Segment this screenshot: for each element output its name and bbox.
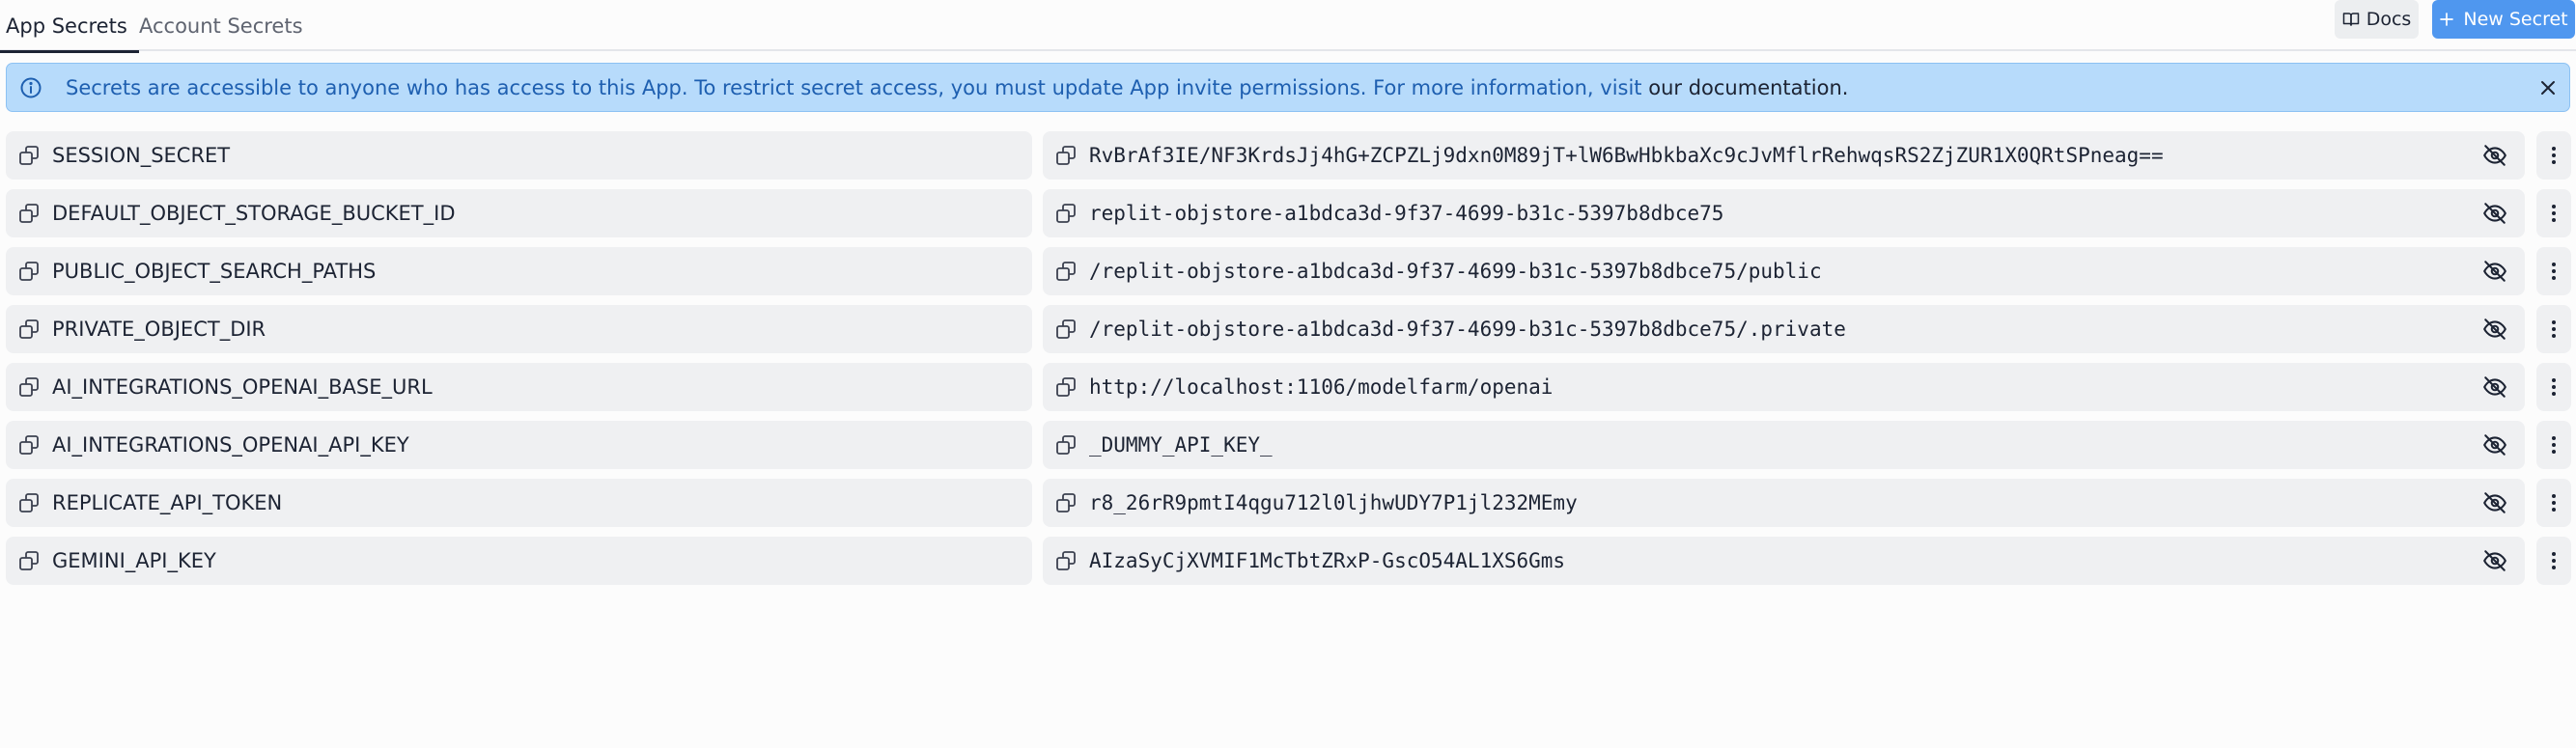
secret-value-field[interactable]: http://localhost:1106/modelfarm/openai: [1043, 363, 2525, 411]
eye-off-icon[interactable]: [2481, 432, 2508, 457]
secret-key-field[interactable]: PUBLIC_OBJECT_SEARCH_PATHS: [6, 247, 1032, 295]
eye-off-icon[interactable]: [2481, 143, 2508, 168]
tab-app-secrets-label: App Secrets: [6, 14, 127, 38]
docs-button[interactable]: Docs: [2335, 0, 2419, 39]
copy-icon[interactable]: [17, 202, 41, 225]
secret-value-field[interactable]: r8_26rR9pmtI4qgu712l0ljhwUDY7P1jl232MEmy: [1043, 479, 2525, 527]
secret-key-field[interactable]: DEFAULT_OBJECT_STORAGE_BUCKET_ID: [6, 189, 1032, 237]
copy-icon[interactable]: [1054, 318, 1078, 341]
secret-value-field[interactable]: AIzaSyCjXVMIF1McTbtZRxP-GscO54AL1XS6Gms: [1043, 537, 2525, 585]
more-options-button[interactable]: [2536, 363, 2571, 411]
more-vertical-icon: [2551, 319, 2557, 339]
secret-value-field[interactable]: _DUMMY_API_KEY_: [1043, 421, 2525, 469]
secret-key-label: AI_INTEGRATIONS_OPENAI_API_KEY: [52, 433, 409, 457]
secret-value-field[interactable]: /replit-objstore-a1bdca3d-9f37-4699-b31c…: [1043, 305, 2525, 353]
secret-row: AI_INTEGRATIONS_OPENAI_API_KEY _DUMMY_AP…: [0, 421, 2576, 469]
secret-key-label: GEMINI_API_KEY: [52, 549, 216, 572]
copy-icon[interactable]: [1054, 433, 1078, 457]
copy-icon[interactable]: [17, 144, 41, 167]
eye-off-icon[interactable]: [2481, 259, 2508, 284]
more-vertical-icon: [2551, 493, 2557, 513]
secret-key-field[interactable]: REPLICATE_API_TOKEN: [6, 479, 1032, 527]
secret-value-text: replit-objstore-a1bdca3d-9f37-4699-b31c-…: [1089, 202, 1724, 225]
secret-value-text: /replit-objstore-a1bdca3d-9f37-4699-b31c…: [1089, 318, 1846, 341]
secret-key-field[interactable]: GEMINI_API_KEY: [6, 537, 1032, 585]
eye-off-icon[interactable]: [2481, 201, 2508, 226]
copy-icon[interactable]: [17, 549, 41, 572]
close-icon[interactable]: [2536, 76, 2560, 99]
secret-row: PUBLIC_OBJECT_SEARCH_PATHS /replit-objst…: [0, 247, 2576, 295]
secret-key-label: PUBLIC_OBJECT_SEARCH_PATHS: [52, 260, 377, 283]
copy-icon[interactable]: [1054, 549, 1078, 572]
eye-off-icon[interactable]: [2481, 317, 2508, 342]
copy-icon[interactable]: [1054, 491, 1078, 514]
info-icon: [19, 76, 42, 99]
secret-value-text: r8_26rR9pmtI4qgu712l0ljhwUDY7P1jl232MEmy: [1089, 491, 1578, 514]
plus-icon: [2439, 12, 2454, 27]
more-options-button[interactable]: [2536, 247, 2571, 295]
copy-icon[interactable]: [17, 491, 41, 514]
secret-key-label: SESSION_SECRET: [52, 144, 231, 167]
secret-key-field[interactable]: SESSION_SECRET: [6, 131, 1032, 180]
banner-message: Secrets are accessible to anyone who has…: [66, 75, 1649, 99]
tab-app-secrets[interactable]: App Secrets: [0, 0, 139, 53]
secret-row: GEMINI_API_KEY AIzaSyCjXVMIF1McTbtZRxP-G…: [0, 537, 2576, 585]
tab-bar: App Secrets Account Secrets Docs New Sec…: [0, 0, 2576, 53]
secret-value-field[interactable]: replit-objstore-a1bdca3d-9f37-4699-b31c-…: [1043, 189, 2525, 237]
secret-key-field[interactable]: AI_INTEGRATIONS_OPENAI_API_KEY: [6, 421, 1032, 469]
new-secret-button[interactable]: New Secret: [2432, 0, 2575, 39]
secret-value-text: /replit-objstore-a1bdca3d-9f37-4699-b31c…: [1089, 260, 1822, 283]
tab-account-secrets-label: Account Secrets: [139, 14, 303, 38]
more-options-button[interactable]: [2536, 131, 2571, 180]
banner-text: Secrets are accessible to anyone who has…: [66, 76, 1848, 99]
secret-row: AI_INTEGRATIONS_OPENAI_BASE_URL http://l…: [0, 363, 2576, 411]
secret-value-text: _DUMMY_API_KEY_: [1089, 433, 1273, 457]
more-options-button[interactable]: [2536, 479, 2571, 527]
copy-icon[interactable]: [17, 260, 41, 283]
secret-key-label: AI_INTEGRATIONS_OPENAI_BASE_URL: [52, 375, 433, 399]
more-vertical-icon: [2551, 204, 2557, 223]
docs-button-label: Docs: [2366, 9, 2412, 30]
tab-account-secrets[interactable]: Account Secrets: [139, 0, 303, 51]
secret-value-text: AIzaSyCjXVMIF1McTbtZRxP-GscO54AL1XS6Gms: [1089, 549, 1566, 572]
secret-row: SESSION_SECRET RvBrAf3IE/NF3KrdsJj4hG+ZC…: [0, 131, 2576, 180]
secret-value-field[interactable]: /replit-objstore-a1bdca3d-9f37-4699-b31c…: [1043, 247, 2525, 295]
more-vertical-icon: [2551, 551, 2557, 570]
secret-row: DEFAULT_OBJECT_STORAGE_BUCKET_ID replit-…: [0, 189, 2576, 237]
more-options-button[interactable]: [2536, 305, 2571, 353]
documentation-link[interactable]: our documentation.: [1648, 76, 1848, 99]
new-secret-button-label: New Secret: [2463, 9, 2568, 30]
secret-row: PRIVATE_OBJECT_DIR /replit-objstore-a1bd…: [0, 305, 2576, 353]
copy-icon[interactable]: [1054, 260, 1078, 283]
secret-key-label: PRIVATE_OBJECT_DIR: [52, 318, 266, 341]
eye-off-icon[interactable]: [2481, 548, 2508, 573]
secret-key-field[interactable]: AI_INTEGRATIONS_OPENAI_BASE_URL: [6, 363, 1032, 411]
more-vertical-icon: [2551, 377, 2557, 397]
more-options-button[interactable]: [2536, 537, 2571, 585]
more-options-button[interactable]: [2536, 421, 2571, 469]
copy-icon[interactable]: [1054, 375, 1078, 399]
secret-value-text: RvBrAf3IE/NF3KrdsJj4hG+ZCPZLj9dxn0M89jT+…: [1089, 144, 2164, 167]
secret-key-label: REPLICATE_API_TOKEN: [52, 491, 283, 514]
copy-icon[interactable]: [17, 433, 41, 457]
more-vertical-icon: [2551, 262, 2557, 281]
more-vertical-icon: [2551, 435, 2557, 455]
secret-row: REPLICATE_API_TOKEN r8_26rR9pmtI4qgu712l…: [0, 479, 2576, 527]
eye-off-icon[interactable]: [2481, 374, 2508, 400]
more-options-button[interactable]: [2536, 189, 2571, 237]
copy-icon[interactable]: [1054, 144, 1078, 167]
copy-icon[interactable]: [1054, 202, 1078, 225]
secret-key-field[interactable]: PRIVATE_OBJECT_DIR: [6, 305, 1032, 353]
info-banner: Secrets are accessible to anyone who has…: [6, 63, 2570, 112]
book-icon: [2342, 11, 2360, 28]
more-vertical-icon: [2551, 146, 2557, 165]
secret-value-field[interactable]: RvBrAf3IE/NF3KrdsJj4hG+ZCPZLj9dxn0M89jT+…: [1043, 131, 2525, 180]
secret-key-label: DEFAULT_OBJECT_STORAGE_BUCKET_ID: [52, 202, 456, 225]
copy-icon[interactable]: [17, 318, 41, 341]
copy-icon[interactable]: [17, 375, 41, 399]
eye-off-icon[interactable]: [2481, 490, 2508, 515]
secret-value-text: http://localhost:1106/modelfarm/openai: [1089, 375, 1554, 399]
